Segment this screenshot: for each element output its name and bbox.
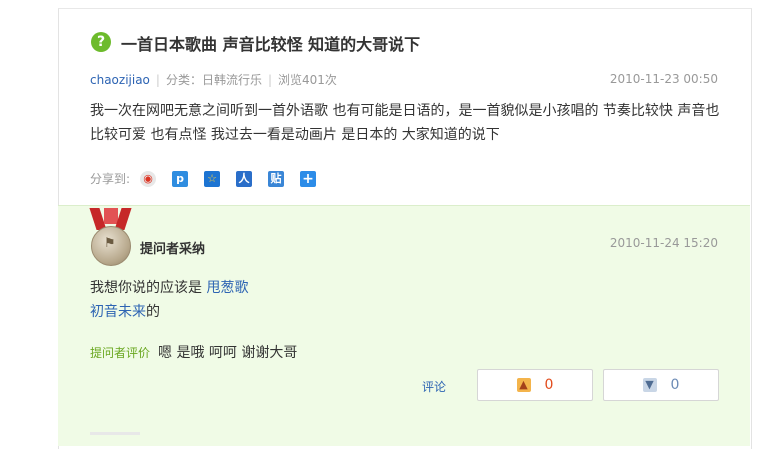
- category-link[interactable]: 日韩流行乐: [202, 73, 262, 87]
- evaluation-label: 提问者评价: [90, 346, 151, 360]
- answer-text-suffix: 的: [146, 304, 160, 320]
- question-icon: ?: [91, 32, 111, 52]
- adopted-badge: 提问者采纳: [140, 242, 206, 257]
- category-label: 分类：: [165, 73, 202, 87]
- song-link[interactable]: 甩葱歌: [206, 280, 248, 296]
- answer-body: 我想你说的应该是 甩葱歌 初音未来的: [90, 276, 248, 324]
- share-bar: 分享到: ◉ p ☆ 人 贴 +: [90, 170, 332, 187]
- question-meta: chaozijiao | 分类：日韩流行乐 | 浏览401次: [90, 73, 337, 87]
- asker-evaluation: 提问者评价嗯 是哦 呵呵 谢谢大哥: [90, 342, 297, 362]
- question-body: 我一次在网吧无意之间听到一首外语歌 也有可能是日语的，是一首貌似是小孩唱的 节奏…: [90, 103, 720, 143]
- thumbs-up-icon: ▲: [516, 378, 531, 392]
- thumbs-down-icon: ▼: [642, 378, 657, 392]
- question-time: 2010-11-23 00:50: [609, 72, 718, 86]
- medal-icon: ⚑: [89, 208, 132, 268]
- answer-time: 2010-11-24 15:20: [609, 236, 718, 250]
- view-count: 浏览401次: [278, 73, 337, 87]
- answer-text: 我想你说的应该是: [90, 280, 207, 296]
- qzone-icon[interactable]: p: [172, 170, 189, 187]
- upvote-count: 0: [544, 377, 554, 393]
- asker-link[interactable]: chaozijiao: [90, 73, 150, 87]
- comment-link[interactable]: 评论: [422, 378, 446, 395]
- share-label: 分享到:: [90, 172, 131, 186]
- artist-link[interactable]: 初音未来: [90, 304, 146, 320]
- more-icon[interactable]: +: [300, 170, 317, 187]
- qq-icon[interactable]: ☆: [204, 170, 221, 187]
- upvote-button[interactable]: ▲ 0: [477, 369, 593, 401]
- renren-icon[interactable]: 人: [236, 170, 253, 187]
- evaluation-text: 嗯 是哦 呵呵 谢谢大哥: [158, 345, 298, 361]
- downvote-count: 0: [670, 377, 680, 393]
- weibo-icon[interactable]: ◉: [140, 170, 157, 187]
- downvote-button[interactable]: ▼ 0: [603, 369, 719, 401]
- tieba-icon[interactable]: 贴: [268, 170, 285, 187]
- question-title: 一首日本歌曲 声音比较怪 知道的大哥说下: [121, 35, 421, 54]
